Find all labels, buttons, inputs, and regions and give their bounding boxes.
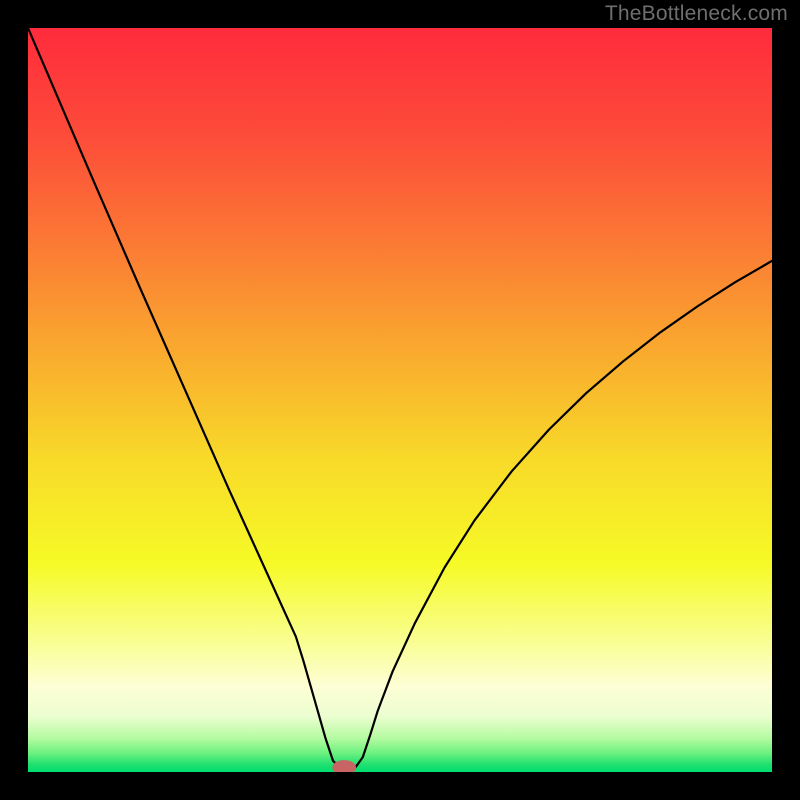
plot-area: [28, 28, 772, 772]
watermark-text: TheBottleneck.com: [605, 2, 788, 26]
chart-svg: [28, 28, 772, 772]
gradient-background: [28, 28, 772, 772]
chart-container: TheBottleneck.com: [0, 0, 800, 800]
